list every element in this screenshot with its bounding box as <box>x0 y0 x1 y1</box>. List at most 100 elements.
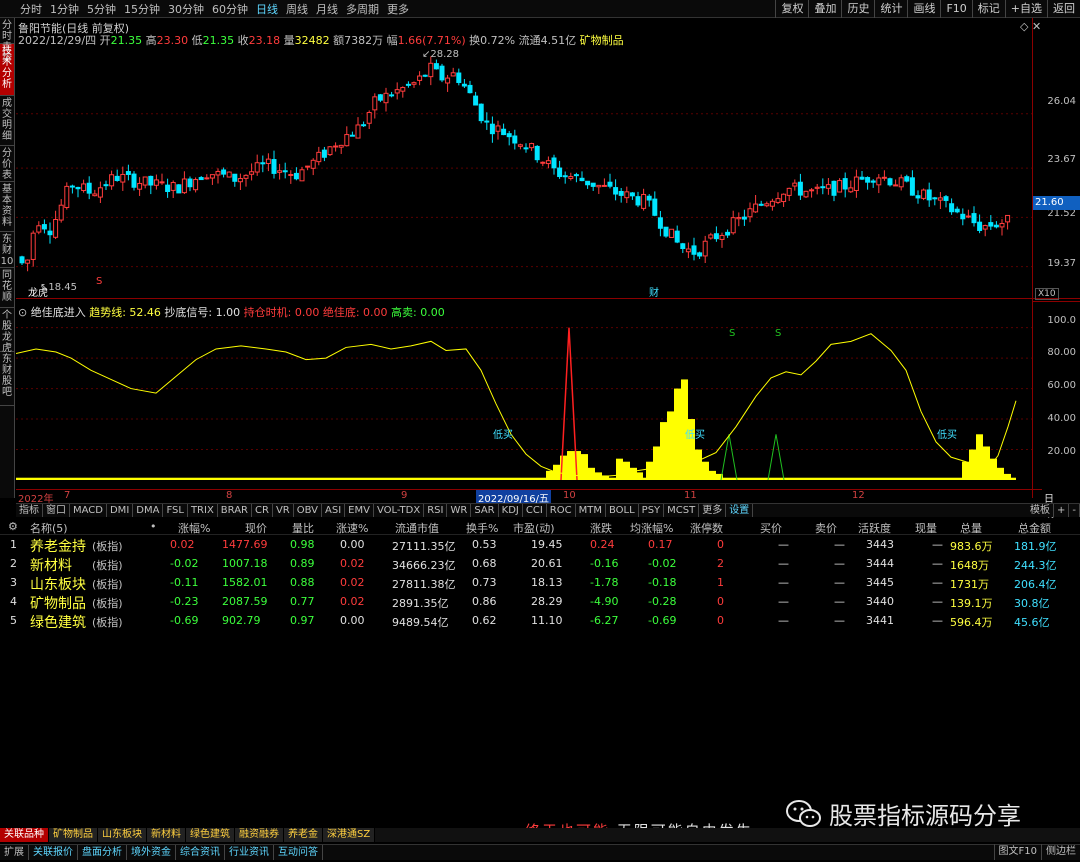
period-1[interactable]: 1分钟 <box>46 1 83 17</box>
tab-right-2[interactable]: - <box>1069 504 1080 517</box>
indicator-tab-6[interactable]: TRIX <box>188 504 218 517</box>
toolbar-button-7[interactable]: +自选 <box>1004 0 1047 18</box>
related-tab-4[interactable]: 绿色建筑 <box>186 828 235 842</box>
indicator-tab-13[interactable]: VOL-TDX <box>374 504 425 517</box>
nav-item-4[interactable]: 基本资料 <box>0 182 14 232</box>
indicator-tab-0[interactable]: 指标 <box>16 504 43 517</box>
table-row[interactable]: 4 矿物制品 (板指) -0.23 2087.59 0.77 0.02 2891.35亿 0.8… <box>0 592 1080 612</box>
toolbar-button-1[interactable]: 叠加 <box>808 0 841 18</box>
indicator-tab-17[interactable]: KDJ <box>499 504 523 517</box>
ext-tab-3[interactable]: 境外资金 <box>127 845 176 860</box>
period-7[interactable]: 周线 <box>282 1 312 17</box>
f10-button[interactable]: 图文F10 <box>993 844 1041 860</box>
col-header-16[interactable]: 总量 <box>960 520 982 536</box>
indicator-tab-11[interactable]: ASI <box>322 504 346 517</box>
col-header-11[interactable]: 涨停数 <box>690 520 723 536</box>
related-tab-6[interactable]: 养老金 <box>284 828 323 842</box>
indicator-tab-8[interactable]: CR <box>252 504 273 517</box>
col-header-7[interactable]: 换手% <box>466 520 498 536</box>
indicator-chart[interactable]: 低买 低买 低买 S S <box>16 316 1032 488</box>
indicator-tab-12[interactable]: EMV <box>345 504 374 517</box>
indicator-tab-25[interactable]: 设置 <box>726 504 754 517</box>
col-header-1[interactable]: • <box>150 520 157 533</box>
nav-item-1[interactable]: 技术分析 <box>0 44 14 96</box>
table-settings-icon[interactable]: ⚙ <box>8 520 18 533</box>
tab-right-1[interactable]: + <box>1054 504 1070 517</box>
table-row[interactable]: 2 新材料 (板指) -0.02 1007.18 0.89 0.02 34666.23亿 0.6… <box>0 554 1080 574</box>
period-4[interactable]: 30分钟 <box>164 1 208 17</box>
ext-tab-4[interactable]: 综合资讯 <box>176 845 225 860</box>
indicator-tab-15[interactable]: WR <box>447 504 472 517</box>
col-header-13[interactable]: 卖价 <box>815 520 837 536</box>
toolbar-button-0[interactable]: 复权 <box>775 0 808 18</box>
indicator-tab-5[interactable]: FSL <box>163 504 188 517</box>
indicator-tab-23[interactable]: MCST <box>664 504 700 517</box>
col-header-6[interactable]: 流通市值 <box>395 520 439 536</box>
related-tab-2[interactable]: 山东板块 <box>98 828 147 842</box>
tab-right-0[interactable]: 模板 <box>1027 504 1054 517</box>
col-header-4[interactable]: 量比 <box>292 520 314 536</box>
period-10[interactable]: 更多 <box>383 1 413 17</box>
indicator-tab-7[interactable]: BRAR <box>218 504 252 517</box>
toolbar-button-3[interactable]: 统计 <box>874 0 907 18</box>
indicator-tab-2[interactable]: MACD <box>70 504 107 517</box>
period-8[interactable]: 月线 <box>312 1 342 17</box>
candlestick-chart[interactable]: ↙28.28↖18.45龙虎S财 <box>16 46 1032 298</box>
related-tab-0[interactable]: 关联品种 <box>0 828 49 842</box>
period-5[interactable]: 60分钟 <box>208 1 252 17</box>
nav-item-2[interactable]: 成交明细 <box>0 96 14 146</box>
col-header-17[interactable]: 总金额 <box>1018 520 1051 536</box>
indicator-tab-22[interactable]: PSY <box>639 504 665 517</box>
col-header-8[interactable]: 市盈(动) <box>513 520 555 536</box>
indicator-tab-10[interactable]: OBV <box>294 504 322 517</box>
col-header-2[interactable]: 涨幅% <box>178 520 210 536</box>
sidebar-button[interactable]: 侧边栏 <box>1041 844 1080 860</box>
nav-item-7[interactable]: 个股龙虎 <box>0 308 14 354</box>
nav-item-5[interactable]: 东财10 <box>0 232 14 268</box>
related-tab-1[interactable]: 矿物制品 <box>49 828 98 842</box>
nav-item-3[interactable]: 分价表 <box>0 146 14 182</box>
col-header-9[interactable]: 涨跌 <box>590 520 612 536</box>
toolbar-button-6[interactable]: 标记 <box>971 0 1005 18</box>
ext-tab-5[interactable]: 行业资讯 <box>225 845 274 860</box>
period-2[interactable]: 5分钟 <box>83 1 120 17</box>
toolbar-button-4[interactable]: 画线 <box>907 0 940 18</box>
ext-tab-6[interactable]: 互动问答 <box>274 845 323 860</box>
indicator-tab-19[interactable]: ROC <box>547 504 576 517</box>
col-header-3[interactable]: 现价 <box>245 520 267 536</box>
ext-tab-2[interactable]: 盘面分析 <box>78 845 127 860</box>
indicator-tab-4[interactable]: DMA <box>133 504 164 517</box>
nav-item-8[interactable]: 东财股吧 <box>0 352 14 406</box>
indicator-tab-9[interactable]: VR <box>273 504 294 517</box>
toolbar-button-5[interactable]: F10 <box>940 0 971 18</box>
period-3[interactable]: 15分钟 <box>120 1 164 17</box>
col-header-14[interactable]: 活跃度 <box>858 520 891 536</box>
window-controls[interactable]: ◇ ✕ <box>1020 20 1041 33</box>
indicator-tab-3[interactable]: DMI <box>107 504 134 517</box>
period-6[interactable]: 日线 <box>252 1 282 17</box>
col-header-15[interactable]: 现量 <box>915 520 937 536</box>
ext-tab-1[interactable]: 关联报价 <box>29 845 78 860</box>
table-row[interactable]: 5 绿色建筑 (板指) -0.69 902.79 0.97 0.00 9489.54亿 0.62… <box>0 611 1080 631</box>
related-tab-3[interactable]: 新材料 <box>147 828 186 842</box>
ext-tab-0[interactable]: 扩展 <box>0 845 29 860</box>
col-header-10[interactable]: 均涨幅% <box>630 520 673 536</box>
indicator-tab-16[interactable]: SAR <box>471 504 499 517</box>
toolbar-button-8[interactable]: 返回 <box>1047 0 1080 18</box>
table-row[interactable]: 3 山东板块 (板指) -0.11 1582.01 0.88 0.02 27811.38亿 0.… <box>0 573 1080 593</box>
related-tab-5[interactable]: 融资融券 <box>235 828 284 842</box>
indicator-tab-21[interactable]: BOLL <box>606 504 639 517</box>
related-tab-7[interactable]: 深港通SZ <box>323 828 376 842</box>
indicator-tab-14[interactable]: RSI <box>424 504 448 517</box>
nav-item-6[interactable]: 同花顺 <box>0 268 14 308</box>
col-header-5[interactable]: 涨速% <box>336 520 368 536</box>
period-9[interactable]: 多周期 <box>342 1 383 17</box>
toolbar-button-2[interactable]: 历史 <box>841 0 874 18</box>
period-0[interactable]: 分时 <box>16 1 46 17</box>
table-row[interactable]: 1 养老金持 (板指) 0.02 1477.69 0.98 0.00 27111.35亿 0.5… <box>0 535 1080 555</box>
indicator-tab-24[interactable]: 更多 <box>699 504 727 517</box>
indicator-tab-1[interactable]: 窗口 <box>43 504 70 517</box>
col-header-12[interactable]: 买价 <box>760 520 782 536</box>
indicator-tab-20[interactable]: MTM <box>576 504 606 517</box>
nav-item-0[interactable]: 分时走势 <box>0 18 14 64</box>
